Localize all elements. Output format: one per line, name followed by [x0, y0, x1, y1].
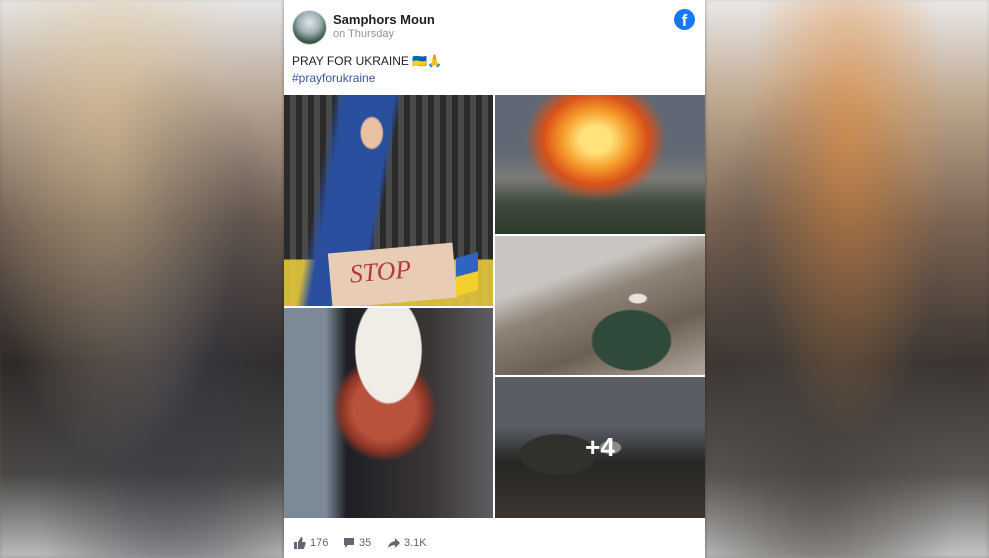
more-photos-count[interactable]: +4: [495, 377, 705, 518]
photo-grid: STOP +4: [284, 95, 705, 518]
protest-sign: STOP: [327, 242, 458, 306]
photo-3[interactable]: [495, 236, 705, 375]
photo-5[interactable]: +4: [495, 377, 705, 518]
photo-2[interactable]: [495, 95, 705, 234]
like-icon: [294, 537, 306, 550]
avatar[interactable]: [292, 10, 327, 45]
ukraine-flag: [456, 252, 478, 296]
background-blur-left: [0, 0, 284, 558]
post-author[interactable]: Samphors Moun: [333, 12, 435, 27]
likes-count: 176: [310, 537, 329, 549]
comments-stat[interactable]: 35: [343, 537, 371, 549]
shares-stat[interactable]: 3.1K: [388, 537, 427, 549]
photo-1[interactable]: STOP: [284, 95, 493, 306]
post-stats: 176 35 3.1K: [284, 530, 705, 558]
share-icon: [388, 538, 400, 549]
likes-stat[interactable]: 176: [294, 537, 329, 550]
post-time[interactable]: on Thursday: [333, 28, 394, 40]
post-text: PRAY FOR UKRAINE 🇺🇦🙏: [292, 54, 443, 68]
hashtag-link[interactable]: #prayforukraine: [292, 71, 375, 85]
shares-count: 3.1K: [404, 537, 427, 549]
background-blur-right: [705, 0, 989, 558]
photo-4[interactable]: [284, 308, 493, 518]
comment-icon: [344, 538, 354, 549]
facebook-icon[interactable]: f: [674, 9, 695, 30]
comments-count: 35: [359, 537, 372, 549]
post-card: Samphors Moun on Thursday f PRAY FOR UKR…: [284, 0, 705, 558]
